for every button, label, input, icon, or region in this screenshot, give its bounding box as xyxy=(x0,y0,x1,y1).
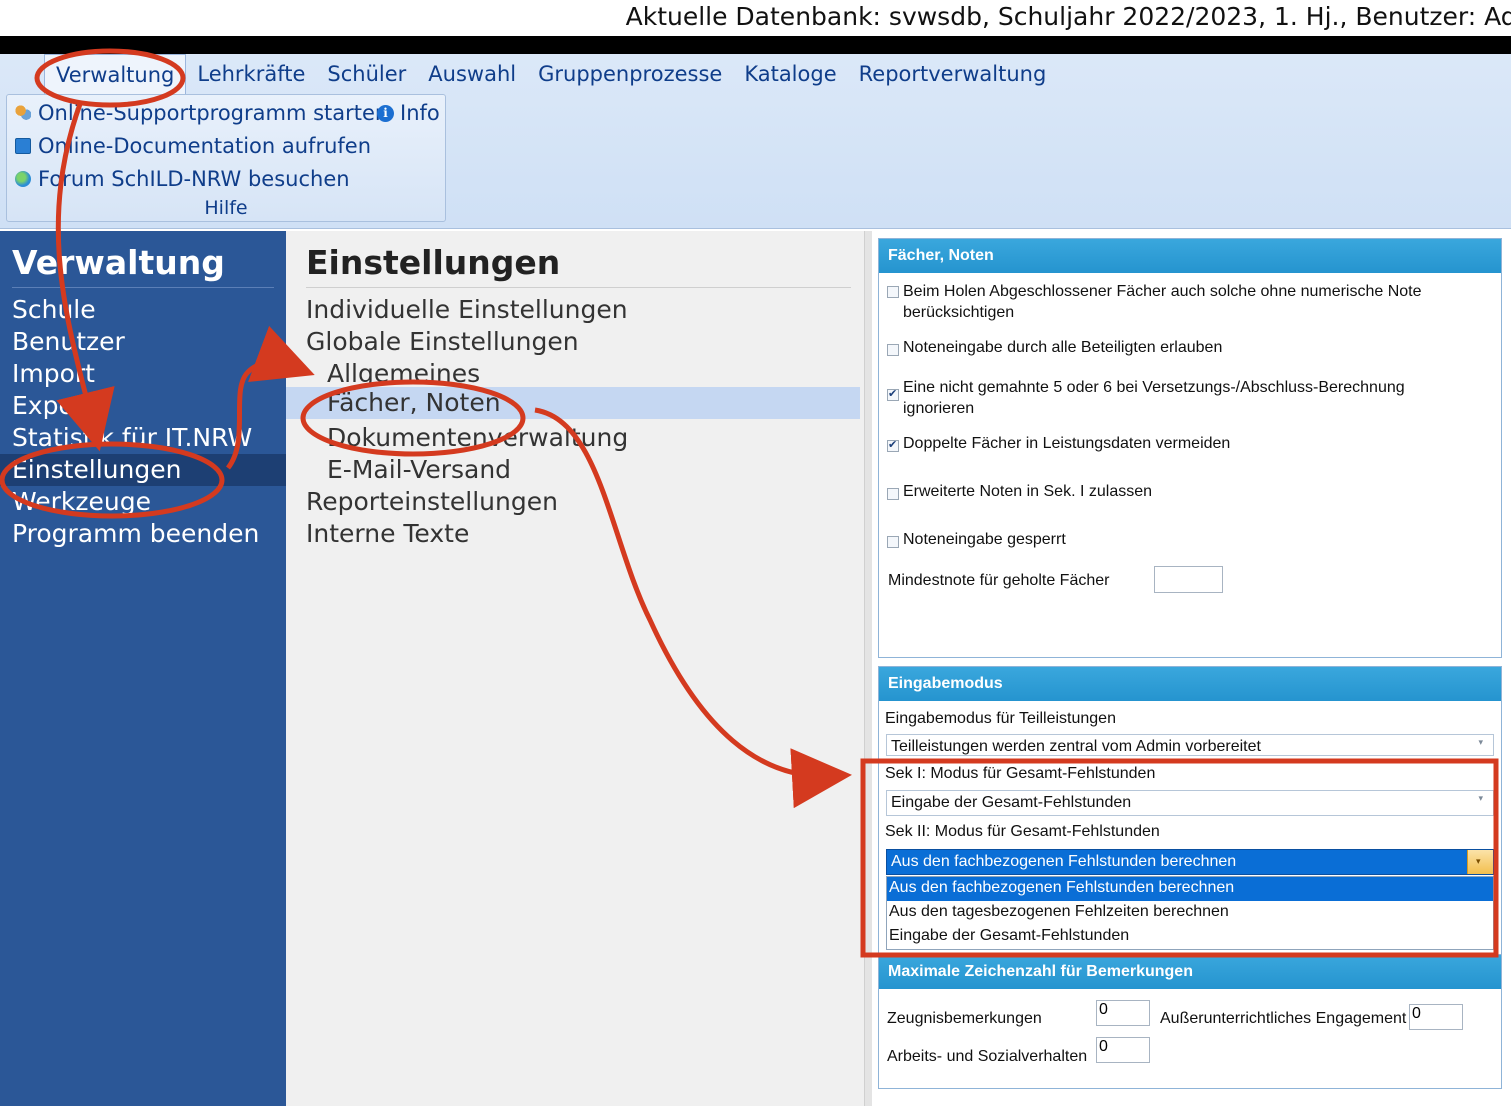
mindestnote-input[interactable] xyxy=(1154,566,1223,593)
nav-item-statistik[interactable]: Statistik für IT.NRW xyxy=(0,422,286,454)
ausser-label: Außerunterrichtliches Engagement xyxy=(1160,1010,1407,1027)
teilleistungen-select[interactable]: Teilleistungen werden zentral vom Admin … xyxy=(886,734,1494,756)
nav-item-import[interactable]: Import xyxy=(0,358,286,390)
checkbox[interactable] xyxy=(887,286,899,298)
nav-item-export[interactable]: Export xyxy=(0,390,286,422)
chevron-down-icon: ▾ xyxy=(1476,856,1481,866)
checkbox[interactable] xyxy=(887,387,899,401)
window-border xyxy=(0,36,1511,54)
settings-nav: Einstellungen Individuelle Einstellungen… xyxy=(286,231,864,1106)
checkbox-label: Eine nicht gemahnte 5 oder 6 bei Versetz… xyxy=(903,379,1405,417)
checkbox-noteneingabe-gesperrt[interactable]: Noteneingabe gesperrt xyxy=(887,531,1066,549)
checkbox-erweiterte-noten[interactable]: Erweiterte Noten in Sek. I zulassen xyxy=(887,483,1152,501)
tab-auswahl[interactable]: Auswahl xyxy=(417,54,527,94)
dropdown-option[interactable]: Eingabe der Gesamt-Fehlstunden xyxy=(887,925,1493,949)
teilleistungen-value: Teilleistungen werden zentral vom Admin … xyxy=(891,738,1261,755)
checkbox-nicht-gemahnte[interactable]: Eine nicht gemahnte 5 oder 6 bei Versetz… xyxy=(887,377,1447,419)
nav-item-werkzeuge[interactable]: Werkzeuge xyxy=(0,486,286,518)
online-support-button[interactable]: Online-Supportprogramm starten xyxy=(15,101,388,125)
checkbox[interactable] xyxy=(887,438,899,452)
chevron-down-icon: ▾ xyxy=(1478,793,1483,803)
settings-item-global[interactable]: Globale Einstellungen xyxy=(286,326,860,358)
status-text: Aktuelle Datenbank: svwsdb, Schuljahr 20… xyxy=(625,2,1511,31)
settings-nav-title: Einstellungen xyxy=(306,243,561,282)
settings-item-allgemeines[interactable]: Allgemeines xyxy=(286,358,860,390)
title-bar: Aktuelle Datenbank: svwsdb, Schuljahr 20… xyxy=(0,0,1511,36)
panel-title: Eingabemodus xyxy=(879,667,1501,701)
sek2-dropdown-list: Aus den fachbezogenen Fehlstunden berech… xyxy=(886,876,1494,950)
checkbox[interactable] xyxy=(887,488,899,500)
tab-verwaltung[interactable]: Verwaltung xyxy=(44,54,187,94)
info-icon: i xyxy=(377,104,394,122)
settings-item-individuell[interactable]: Individuelle Einstellungen xyxy=(286,294,860,326)
panel-title: Fächer, Noten xyxy=(879,239,1501,273)
online-documentation-button[interactable]: Online-Documentation aufrufen xyxy=(15,134,371,158)
checkbox-label: Noteneingabe gesperrt xyxy=(903,531,1066,548)
sek1-label: Sek I: Modus für Gesamt-Fehlstunden xyxy=(885,765,1156,782)
dropdown-button[interactable]: ▾ xyxy=(1467,850,1493,874)
sek1-select[interactable]: Eingabe der Gesamt-Fehlstunden ▾ xyxy=(886,790,1494,816)
asv-input[interactable]: 0 xyxy=(1096,1037,1150,1063)
divider xyxy=(12,287,274,288)
info-button[interactable]: i Info xyxy=(377,101,440,125)
ribbon: Verwaltung Lehrkräfte Schüler Auswahl Gr… xyxy=(0,54,1511,229)
monitor-icon xyxy=(15,138,31,154)
splitter[interactable] xyxy=(864,231,872,1106)
nav-item-programm-beenden[interactable]: Programm beenden xyxy=(0,518,286,550)
checkbox[interactable] xyxy=(887,536,899,548)
sek2-value: Aus den fachbezogenen Fehlstunden berech… xyxy=(891,853,1237,870)
ausser-input[interactable]: 0 xyxy=(1409,1004,1463,1030)
forum-button[interactable]: Forum SchILD-NRW besuchen xyxy=(15,167,350,191)
settings-item-faecher-noten[interactable]: Fächer, Noten xyxy=(286,387,860,419)
zeugnis-label: Zeugnisbemerkungen xyxy=(887,1010,1042,1027)
nav-item-benutzer[interactable]: Benutzer xyxy=(0,326,286,358)
checkbox[interactable] xyxy=(887,344,899,356)
left-nav-title: Verwaltung xyxy=(12,243,225,282)
settings-item-email[interactable]: E-Mail-Versand xyxy=(286,454,860,486)
checkbox-label: Noteneingabe durch alle Beteiligten erla… xyxy=(903,339,1223,356)
checkbox-ohne-numerische-note[interactable]: Beim Holen Abgeschlossener Fächer auch s… xyxy=(887,281,1487,323)
sek1-value: Eingabe der Gesamt-Fehlstunden xyxy=(891,794,1132,811)
tab-kataloge[interactable]: Kataloge xyxy=(733,54,847,94)
checkbox-doppelte-faecher[interactable]: Doppelte Fächer in Leistungsdaten vermei… xyxy=(887,435,1230,453)
ribbon-group-hilfe: Online-Supportprogramm starten Online-Do… xyxy=(6,94,446,222)
tab-reportverwaltung[interactable]: Reportverwaltung xyxy=(848,54,1058,94)
tab-lehrkraefte[interactable]: Lehrkräfte xyxy=(186,54,316,94)
settings-item-reporteinstellungen[interactable]: Reporteinstellungen xyxy=(286,486,860,518)
forum-label: Forum SchILD-NRW besuchen xyxy=(38,167,350,191)
globe-icon xyxy=(15,171,31,187)
online-documentation-label: Online-Documentation aufrufen xyxy=(38,134,372,158)
checkbox-label: Erweiterte Noten in Sek. I zulassen xyxy=(903,483,1153,500)
tab-gruppenprozesse[interactable]: Gruppenprozesse xyxy=(527,54,733,94)
dropdown-option[interactable]: Aus den fachbezogenen Fehlstunden berech… xyxy=(887,877,1493,901)
online-support-label: Online-Supportprogramm starten xyxy=(38,101,389,125)
checkbox-label: Doppelte Fächer in Leistungsdaten vermei… xyxy=(903,435,1231,452)
checkbox-label: Beim Holen Abgeschlossener Fächer auch s… xyxy=(903,283,1422,321)
tab-schueler[interactable]: Schüler xyxy=(316,54,417,94)
divider xyxy=(306,287,851,288)
ribbon-tabs: Verwaltung Lehrkräfte Schüler Auswahl Gr… xyxy=(0,54,1057,94)
settings-item-dokumentenverwaltung[interactable]: Dokumentenverwaltung xyxy=(286,422,860,454)
mindestnote-label: Mindestnote für geholte Fächer xyxy=(888,572,1110,589)
sek2-label: Sek II: Modus für Gesamt-Fehlstunden xyxy=(885,823,1160,840)
zeugnis-input[interactable]: 0 xyxy=(1096,1000,1150,1026)
support-icon xyxy=(15,105,31,121)
chevron-down-icon: ▾ xyxy=(1478,737,1483,747)
nav-item-schule[interactable]: Schule xyxy=(0,294,286,326)
info-label: Info xyxy=(400,101,440,125)
settings-item-interne-texte[interactable]: Interne Texte xyxy=(286,518,860,550)
nav-item-einstellungen[interactable]: Einstellungen xyxy=(0,454,286,486)
dropdown-option[interactable]: Aus den tagesbezogenen Fehlzeiten berech… xyxy=(887,901,1493,925)
checkbox-noteneingabe-alle[interactable]: Noteneingabe durch alle Beteiligten erla… xyxy=(887,339,1222,357)
panel-title: Maximale Zeichenzahl für Bemerkungen xyxy=(879,955,1501,989)
asv-label: Arbeits- und Sozialverhalten xyxy=(887,1048,1088,1065)
group-label: Hilfe xyxy=(204,197,248,219)
teilleistungen-label: Eingabemodus für Teilleistungen xyxy=(885,710,1116,727)
sek2-select[interactable]: Aus den fachbezogenen Fehlstunden berech… xyxy=(886,849,1494,875)
left-nav: Verwaltung Schule Benutzer Import Export… xyxy=(0,231,286,1106)
